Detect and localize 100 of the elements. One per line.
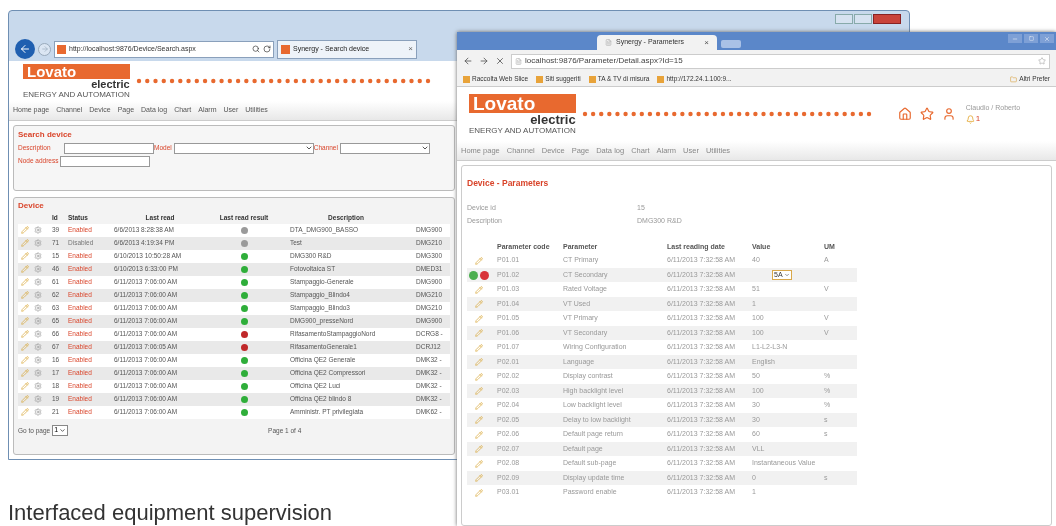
home-icon[interactable]: [897, 107, 912, 121]
gear-icon[interactable]: [34, 343, 42, 351]
gear-icon[interactable]: [34, 317, 42, 325]
maximize-icon: [1028, 36, 1034, 41]
gear-icon[interactable]: [34, 330, 42, 338]
pencil-icon[interactable]: [475, 314, 483, 323]
maximize-button[interactable]: [854, 14, 872, 24]
bookmark-favicon-icon: [463, 75, 470, 83]
logo-tagline: ENERGY AND AUTOMATION: [23, 90, 130, 99]
gear-icon[interactable]: [34, 265, 42, 273]
close-button[interactable]: [1040, 34, 1054, 43]
gear-icon[interactable]: [34, 408, 42, 416]
pencil-icon[interactable]: [475, 256, 483, 265]
close-icon: [1044, 35, 1050, 42]
pencil-icon[interactable]: [21, 304, 29, 312]
select-field[interactable]: [339, 142, 430, 154]
forward-icon[interactable]: [479, 56, 489, 66]
bookmark-favicon-icon: [588, 75, 596, 83]
star-icon[interactable]: [1038, 57, 1046, 65]
pencil-icon[interactable]: [21, 395, 29, 403]
gear-icon[interactable]: [34, 278, 42, 286]
input-field[interactable]: [64, 142, 154, 154]
logo-subtitle: electric: [530, 112, 576, 126]
page-icon: [605, 39, 612, 46]
pencil-icon[interactable]: [21, 265, 29, 273]
gear-icon[interactable]: [34, 369, 42, 377]
address-bar[interactable]: localhost:9876/Parameter/Detail.aspx?Id=15: [511, 53, 1050, 69]
gear-icon[interactable]: [34, 239, 42, 247]
refresh-icon[interactable]: [263, 45, 271, 53]
pencil-icon[interactable]: [21, 408, 29, 416]
pencil-icon[interactable]: [475, 445, 483, 453]
minimize-button[interactable]: [835, 14, 853, 24]
minimize-button[interactable]: [1008, 34, 1022, 43]
cancel-icon[interactable]: [480, 270, 489, 280]
logo-wordmark: Lovato: [23, 63, 130, 79]
panel-title: Device - Parameters: [467, 178, 549, 189]
chevron-down-icon: [304, 144, 313, 152]
pencil-icon[interactable]: [21, 291, 29, 299]
pencil-icon[interactable]: [475, 459, 483, 468]
pencil-icon[interactable]: [475, 372, 483, 381]
maximize-button[interactable]: [1024, 34, 1038, 43]
pencil-icon[interactable]: [475, 416, 483, 424]
pencil-icon[interactable]: [475, 387, 483, 395]
pencil-icon[interactable]: [21, 330, 29, 338]
pencil-icon[interactable]: [21, 239, 29, 247]
folder-icon: [1010, 75, 1018, 83]
tab-close-button[interactable]: ×: [408, 43, 413, 55]
pencil-icon[interactable]: [21, 252, 29, 260]
gear-icon[interactable]: [34, 252, 42, 260]
pencil-icon[interactable]: [475, 285, 483, 294]
logo-wordmark: Lovato: [469, 93, 576, 113]
pencil-icon[interactable]: [475, 488, 483, 497]
search-icon: [252, 45, 260, 53]
bookmark-favicon-icon: [657, 75, 665, 83]
gear-icon[interactable]: [34, 395, 42, 403]
panel-title: Search device: [18, 128, 73, 141]
caption: Interfaced equipment supervision: [8, 499, 333, 526]
pencil-icon[interactable]: [21, 382, 29, 390]
bell-icon[interactable]: [965, 114, 975, 124]
pencil-icon[interactable]: [21, 226, 29, 234]
favicon-icon: [57, 44, 66, 54]
address-text: localhost:9876/Parameter/Detail.aspx?Id=15: [525, 55, 684, 67]
pencil-icon[interactable]: [21, 278, 29, 286]
pencil-icon[interactable]: [21, 356, 29, 364]
chevron-down-icon: [420, 144, 429, 152]
gear-icon[interactable]: [34, 304, 42, 312]
pencil-icon[interactable]: [475, 430, 483, 439]
gear-icon[interactable]: [34, 291, 42, 299]
pencil-icon[interactable]: [475, 300, 483, 308]
input-field[interactable]: [60, 155, 151, 167]
pencil-icon[interactable]: [475, 343, 483, 352]
pencil-icon[interactable]: [475, 401, 483, 410]
chevron-down-icon: [783, 272, 790, 278]
logo-tagline: ENERGY AND AUTOMATION: [469, 126, 576, 135]
stop-icon[interactable]: [495, 56, 505, 66]
pencil-icon[interactable]: [21, 317, 29, 325]
back-icon[interactable]: [463, 56, 473, 66]
forward-button[interactable]: [38, 42, 51, 56]
close-button[interactable]: [873, 14, 901, 24]
pencil-icon[interactable]: [475, 329, 483, 337]
tab-close-button[interactable]: ×: [704, 36, 709, 49]
back-button[interactable]: [15, 39, 35, 59]
pencil-icon[interactable]: [475, 358, 483, 366]
gear-icon[interactable]: [34, 382, 42, 390]
confirm-icon[interactable]: [469, 270, 478, 280]
pencil-icon[interactable]: [475, 474, 483, 482]
gear-icon[interactable]: [34, 226, 42, 234]
select-field[interactable]: [173, 142, 314, 154]
gear-icon[interactable]: [34, 356, 42, 364]
page-icon: [515, 57, 522, 65]
new-tab-button[interactable]: [721, 40, 741, 48]
arrow-right-icon: [40, 45, 49, 53]
pencil-icon[interactable]: [21, 369, 29, 377]
arrow-left-icon: [19, 43, 31, 55]
minimize-icon: [1012, 35, 1018, 42]
pencil-icon[interactable]: [21, 343, 29, 351]
alarm-count: 1: [975, 113, 981, 126]
star-icon[interactable]: [919, 107, 934, 121]
bookmark-favicon-icon: [536, 75, 544, 83]
user-icon[interactable]: [941, 107, 956, 121]
